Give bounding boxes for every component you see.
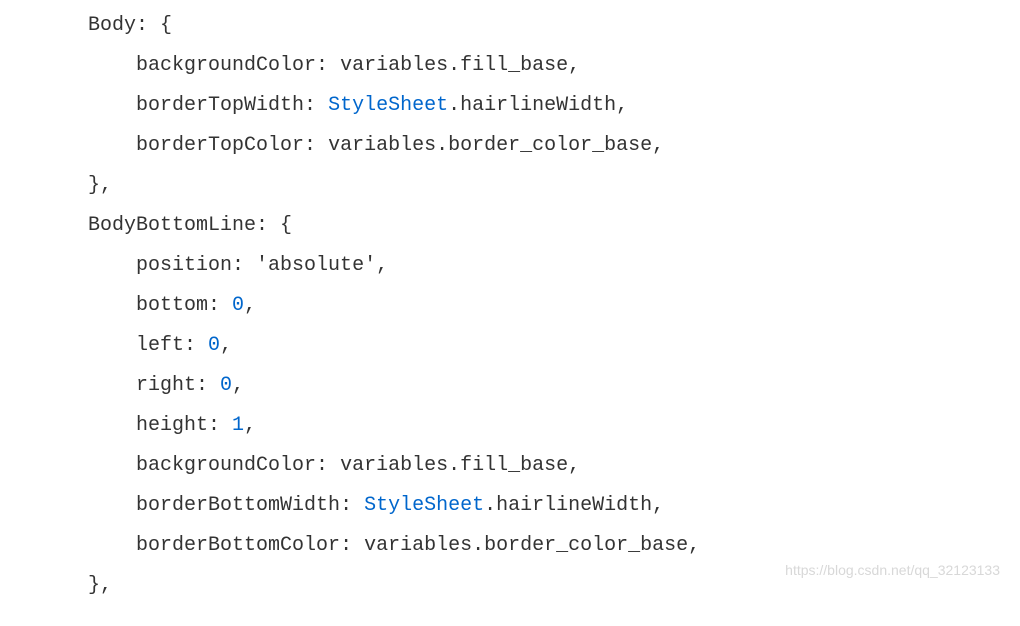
code-line: backgroundColor: variables.fill_base,	[40, 46, 1020, 86]
code-line: BodyBottomLine: {	[40, 206, 1020, 246]
code-line: height: 1,	[40, 406, 1020, 446]
code-line: bottom: 0,	[40, 286, 1020, 326]
code-line: borderTopColor: variables.border_color_b…	[40, 126, 1020, 166]
code-line: right: 0,	[40, 366, 1020, 406]
code-line: left: 0,	[40, 326, 1020, 366]
code-block: }, Body: { backgroundColor: variables.fi…	[0, 0, 1020, 606]
code-line: position: 'absolute',	[40, 246, 1020, 286]
code-line: borderBottomWidth: StyleSheet.hairlineWi…	[40, 486, 1020, 526]
watermark-text: https://blog.csdn.net/qq_32123133	[785, 556, 1000, 584]
code-line: },	[40, 166, 1020, 206]
code-line: backgroundColor: variables.fill_base,	[40, 446, 1020, 486]
code-line: Body: {	[40, 6, 1020, 46]
code-line: borderTopWidth: StyleSheet.hairlineWidth…	[40, 86, 1020, 126]
